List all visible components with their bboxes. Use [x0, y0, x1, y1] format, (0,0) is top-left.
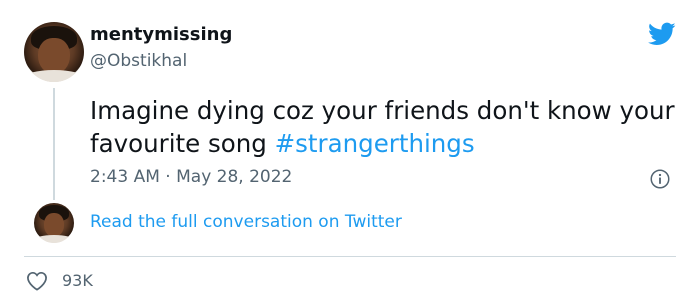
- info-icon[interactable]: [650, 169, 670, 189]
- hashtag-link[interactable]: #strangerthings: [275, 129, 475, 158]
- display-name[interactable]: mentymissing: [90, 24, 232, 45]
- thread-line: [53, 88, 55, 200]
- tweet-timestamp[interactable]: 2:43 AM · May 28, 2022: [90, 167, 292, 187]
- avatar-shirt: [34, 235, 74, 243]
- user-handle[interactable]: @Obstikhal: [90, 51, 187, 71]
- twitter-bird-icon[interactable]: [646, 20, 678, 48]
- tweet-text: Imagine dying coz your friends don't kno…: [90, 94, 680, 160]
- divider: [24, 256, 676, 257]
- meta-separator: ·: [165, 167, 171, 187]
- reply-avatar[interactable]: [34, 203, 74, 243]
- read-conversation-link[interactable]: Read the full conversation on Twitter: [90, 212, 402, 232]
- avatar[interactable]: [24, 22, 84, 82]
- avatar-shirt: [24, 70, 84, 82]
- avatar-face: [43, 213, 65, 238]
- tweet-time: 2:43 AM: [90, 167, 160, 187]
- like-count[interactable]: 93K: [62, 271, 93, 290]
- avatar-face: [38, 37, 70, 74]
- heart-icon[interactable]: [26, 271, 48, 291]
- tweet-date: May 28, 2022: [176, 167, 293, 187]
